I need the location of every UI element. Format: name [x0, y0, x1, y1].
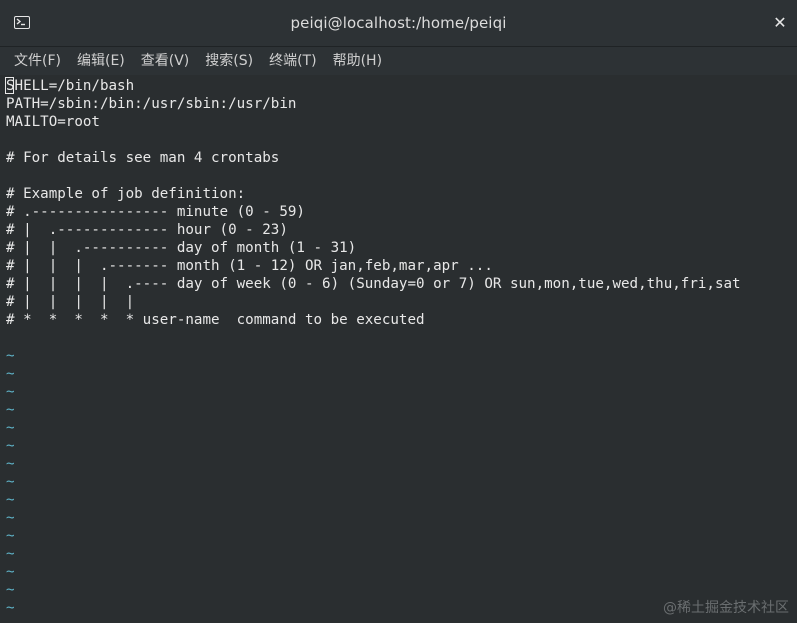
- empty-line-marker: ~: [6, 384, 15, 400]
- editor-line: # | | | | .---- day of week (0 - 6) (Sun…: [6, 276, 741, 292]
- close-icon[interactable]: ✕: [771, 14, 789, 32]
- empty-line-marker: ~: [6, 528, 15, 544]
- title-bar[interactable]: peiqi@localhost:/home/peiqi ✕: [0, 0, 797, 47]
- editor-line: # Example of job definition:: [6, 186, 246, 202]
- empty-line-marker: ~: [6, 402, 15, 418]
- editor-line: # | | | | |: [6, 294, 135, 310]
- editor-line: SHELL=/bin/bash: [6, 78, 135, 94]
- editor-line: # | | .---------- day of month (1 - 31): [6, 240, 357, 256]
- terminal-content[interactable]: SHELL=/bin/bash PATH=/sbin:/bin:/usr/sbi…: [0, 75, 797, 623]
- editor-line: PATH=/sbin:/bin:/usr/sbin:/usr/bin: [6, 96, 297, 112]
- window-title: peiqi@localhost:/home/peiqi: [290, 14, 507, 32]
- empty-line-marker: ~: [6, 366, 15, 382]
- menu-bar: 文件(F) 编辑(E) 查看(V) 搜索(S) 终端(T) 帮助(H): [0, 47, 797, 75]
- editor-line: MAILTO=root: [6, 114, 100, 130]
- empty-line-marker: ~: [6, 456, 15, 472]
- empty-line-marker: ~: [6, 438, 15, 454]
- menu-help[interactable]: 帮助(H): [325, 47, 390, 75]
- empty-line-marker: ~: [6, 474, 15, 490]
- menu-edit[interactable]: 编辑(E): [69, 47, 133, 75]
- watermark: @稀土掘金技术社区: [663, 600, 789, 616]
- menu-view[interactable]: 查看(V): [133, 47, 198, 75]
- editor-line: # For details see man 4 crontabs: [6, 150, 280, 166]
- empty-line-marker: ~: [6, 564, 15, 580]
- menu-file[interactable]: 文件(F): [6, 47, 69, 75]
- menu-search[interactable]: 搜索(S): [197, 47, 261, 75]
- empty-line-marker: ~: [6, 510, 15, 526]
- empty-line-marker: ~: [6, 348, 15, 364]
- empty-line-marker: ~: [6, 420, 15, 436]
- editor-line: # .---------------- minute (0 - 59): [6, 204, 305, 220]
- empty-line-marker: ~: [6, 600, 15, 616]
- menu-terminal[interactable]: 终端(T): [261, 47, 324, 75]
- empty-line-marker: ~: [6, 582, 15, 598]
- editor-line: # * * * * * user-name command to be exec…: [6, 312, 425, 328]
- editor-line: # | .------------- hour (0 - 23): [6, 222, 288, 238]
- terminal-icon[interactable]: [14, 16, 30, 29]
- empty-line-marker: ~: [6, 492, 15, 508]
- editor-line: # | | | .------- month (1 - 12) OR jan,f…: [6, 258, 493, 274]
- empty-line-marker: ~: [6, 546, 15, 562]
- terminal-window: peiqi@localhost:/home/peiqi ✕ 文件(F) 编辑(E…: [0, 0, 797, 623]
